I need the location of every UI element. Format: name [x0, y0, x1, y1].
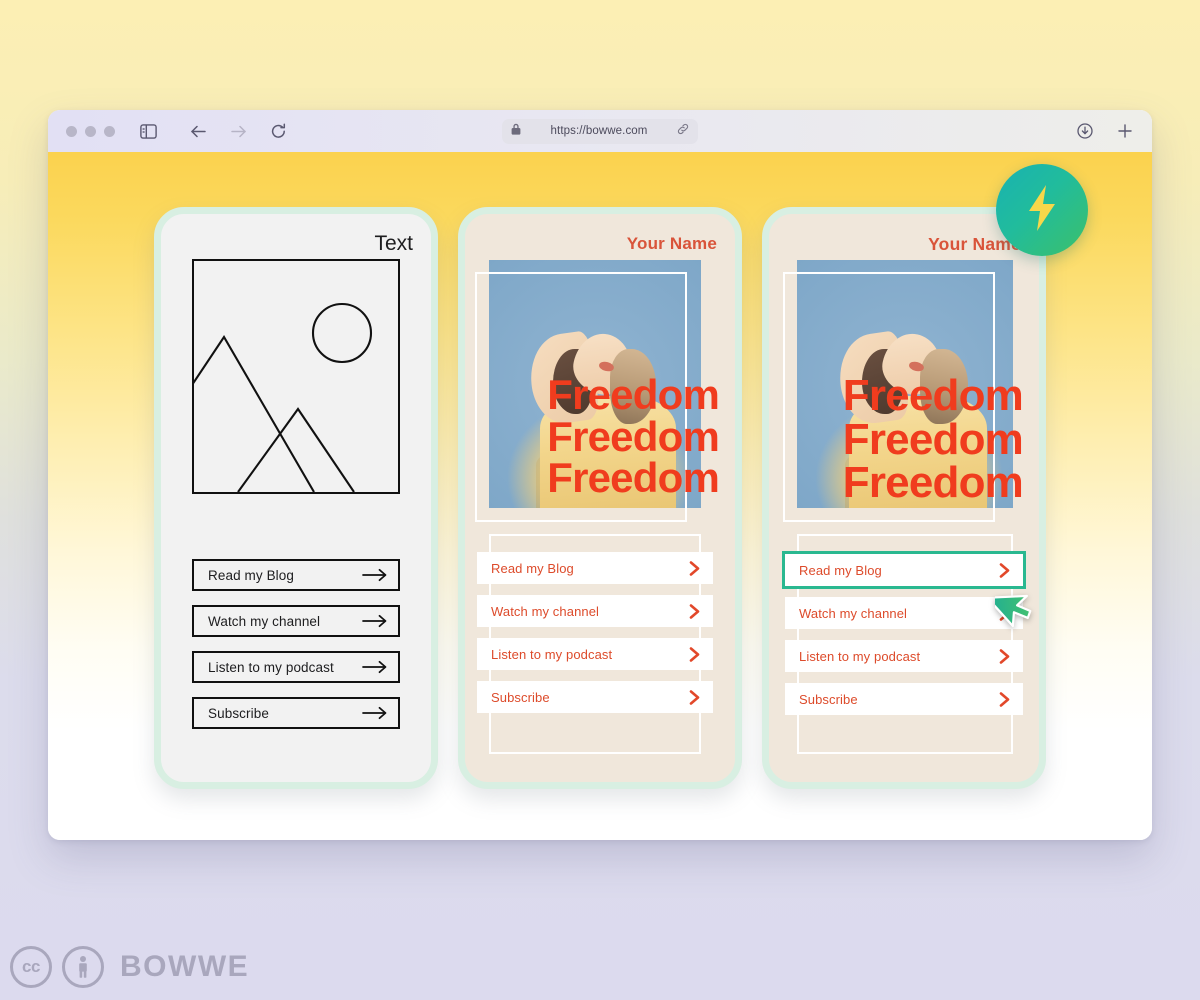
window-traffic-lights[interactable]	[66, 125, 115, 137]
template-button-read-blog-selected[interactable]: Read my Blog	[782, 551, 1026, 589]
template-button-label: Watch my channel	[491, 603, 600, 619]
template-button-read-blog[interactable]: Read my Blog	[477, 552, 713, 584]
mountain-sun-placeholder-icon	[192, 259, 400, 494]
wireframe-text-label: Text	[374, 232, 413, 255]
arrow-right-icon	[362, 706, 388, 720]
template-button-list: Read my Blog Watch my channel Listen to …	[477, 552, 713, 713]
page-viewport: Text Read my Blog Watch my channel Liste…	[48, 152, 1152, 840]
template-button-watch-channel[interactable]: Watch my channel	[785, 597, 1023, 629]
creative-commons-icon: cc	[10, 946, 52, 988]
lightning-badge[interactable]	[996, 164, 1088, 256]
maximize-window-dot[interactable]	[104, 125, 115, 137]
reload-icon[interactable]	[265, 118, 291, 144]
template-button-listen-podcast[interactable]: Listen to my podcast	[785, 640, 1023, 672]
wireframe-button-watch-channel[interactable]: Watch my channel	[192, 605, 400, 637]
wireframe-card[interactable]: Text Read my Blog Watch my channel Liste…	[154, 207, 438, 789]
toolbar-right-actions	[1072, 118, 1138, 144]
lightning-bolt-icon	[1022, 183, 1062, 238]
template-your-name-label: Your Name	[626, 234, 717, 253]
mouse-pointer-icon	[986, 580, 1047, 637]
template-selected-card[interactable]: Your Name Freedom Freedom Freedom Read m…	[762, 207, 1046, 789]
template-button-label: Listen to my podcast	[799, 648, 921, 664]
download-icon[interactable]	[1072, 118, 1098, 144]
wireframe-button-label: Subscribe	[208, 705, 269, 721]
template-button-label: Read my Blog	[491, 560, 574, 576]
wireframe-button-label: Read my Blog	[208, 567, 294, 583]
template-card-row: Text Read my Blog Watch my channel Liste…	[48, 207, 1152, 789]
template-button-label: Subscribe	[799, 691, 858, 707]
wireframe-button-label: Watch my channel	[208, 613, 321, 629]
lock-icon	[511, 122, 521, 140]
chevron-right-icon	[688, 603, 701, 620]
template-photo	[489, 260, 701, 508]
chevron-right-icon	[688, 646, 701, 663]
template-button-subscribe[interactable]: Subscribe	[477, 681, 713, 713]
arrow-right-icon	[362, 614, 388, 628]
template-button-label: Read my Blog	[799, 562, 882, 578]
new-tab-plus-icon[interactable]	[1112, 118, 1138, 144]
forward-arrow-icon[interactable]	[225, 118, 251, 144]
template-button-watch-channel[interactable]: Watch my channel	[477, 595, 713, 627]
cc-label: cc	[22, 957, 40, 976]
template-button-label: Listen to my podcast	[491, 646, 613, 662]
chevron-right-icon	[998, 562, 1011, 579]
license-footer: cc BOWWE	[10, 946, 249, 988]
arrow-right-icon	[362, 660, 388, 674]
wireframe-button-list: Read my Blog Watch my channel Listen to …	[192, 559, 400, 729]
photo-hair-right	[920, 349, 968, 424]
chevron-right-icon	[998, 648, 1011, 665]
template-button-label: Watch my channel	[799, 605, 908, 621]
close-window-dot[interactable]	[66, 125, 77, 137]
browser-toolbar: https://bowwe.com	[48, 110, 1152, 152]
chevron-right-icon	[688, 689, 701, 706]
arrow-right-icon	[362, 568, 388, 582]
navigation-buttons	[185, 118, 291, 144]
browser-window: https://bowwe.com Text Read my Blog Watc…	[48, 110, 1152, 840]
template-button-listen-podcast[interactable]: Listen to my podcast	[477, 638, 713, 670]
wireframe-button-listen-podcast[interactable]: Listen to my podcast	[192, 651, 400, 683]
minimize-window-dot[interactable]	[85, 125, 96, 137]
sidebar-toggle-icon[interactable]	[135, 118, 161, 144]
chevron-right-icon	[998, 691, 1011, 708]
wireframe-button-subscribe[interactable]: Subscribe	[192, 697, 400, 729]
link-icon[interactable]	[677, 122, 689, 140]
template-photo	[797, 260, 1013, 508]
template-button-list: Read my Blog Watch my channel Listen to …	[782, 551, 1026, 715]
attribution-person-icon	[62, 946, 104, 988]
wireframe-button-read-blog[interactable]: Read my Blog	[192, 559, 400, 591]
wireframe-button-label: Listen to my podcast	[208, 659, 334, 675]
template-button-label: Subscribe	[491, 689, 550, 705]
url-text: https://bowwe.com	[550, 125, 648, 137]
address-bar[interactable]: https://bowwe.com	[502, 118, 698, 144]
template-button-subscribe[interactable]: Subscribe	[785, 683, 1023, 715]
bowwe-wordmark: BOWWE	[120, 950, 250, 983]
template-preview-card[interactable]: Your Name Freedom Freedom Freedom Read m…	[458, 207, 742, 789]
chevron-right-icon	[688, 560, 701, 577]
back-arrow-icon[interactable]	[185, 118, 211, 144]
